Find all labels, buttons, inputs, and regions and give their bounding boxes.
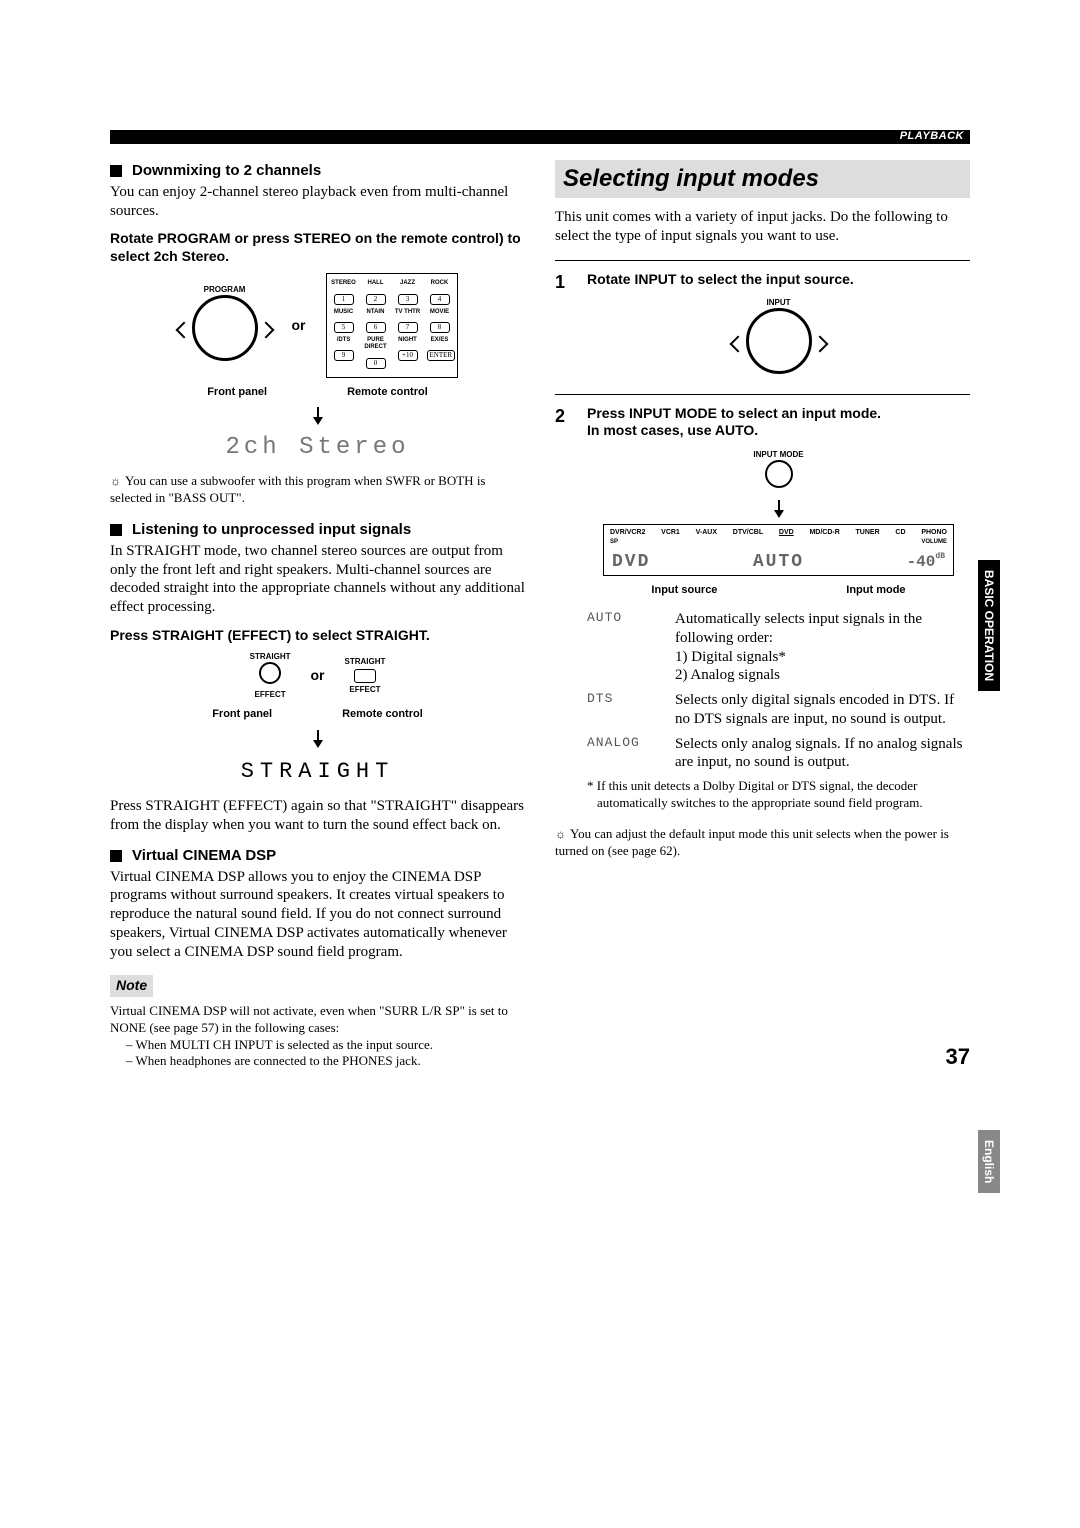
display-mode: AUTO	[753, 551, 804, 574]
step-2: 2 Press INPUT MODE to select an input mo…	[555, 405, 970, 812]
input-source-caption: Input source	[651, 584, 717, 598]
or-label-2: or	[311, 667, 325, 685]
page-number: 37	[946, 1044, 970, 1070]
remote-keypad: STEREO1 HALL2 JAZZ3 ROCK4 MUSIC5 NTAIN6 …	[326, 273, 458, 377]
arrow-down-icon	[317, 407, 319, 423]
note-item-2: – When headphones are connected to the P…	[110, 1053, 525, 1070]
page: PLAYBACK Downmixing to 2 channels You ca…	[0, 0, 1080, 1130]
downmix-instruction: Rotate PROGRAM or press STEREO on the re…	[110, 230, 525, 265]
program-diagram: PROGRAM or STEREO1 HALL2 JAZZ3 ROCK4 MUS…	[110, 273, 525, 463]
unprocessed-body: In STRAIGHT mode, two channel stereo sou…	[110, 542, 525, 617]
lcd-straight: STRAIGHT	[110, 758, 525, 786]
remote-control-label: Remote control	[347, 386, 428, 400]
left-column: Downmixing to 2 channels You can enjoy 2…	[110, 160, 525, 1070]
input-label: INPUT	[587, 298, 970, 308]
straight-label-top: STRAIGHT	[250, 652, 291, 662]
step-1-text: Rotate INPUT to select the input source.	[587, 271, 970, 289]
display-source: DVD	[612, 551, 650, 574]
tip-default-mode: You can adjust the default input mode th…	[555, 826, 970, 860]
right-column: Selecting input modes This unit comes wi…	[555, 160, 970, 1070]
note-item-1: – When MULTI CH INPUT is selected as the…	[110, 1037, 525, 1054]
mode-analog-key: ANALOG	[587, 735, 657, 773]
header-section-label: PLAYBACK	[894, 130, 970, 142]
mode-analog-desc: Selects only analog signals. If no analo…	[675, 735, 970, 773]
effect-label-bottom: EFFECT	[250, 690, 291, 700]
tab-language: English	[978, 1130, 1000, 1193]
front-panel-label-2: Front panel	[212, 708, 272, 722]
downmix-body: You can enjoy 2-channel stereo playback …	[110, 183, 525, 221]
mode-dts-key: DTS	[587, 691, 657, 729]
mode-table: AUTO Automatically selects input signals…	[587, 610, 970, 772]
straight-instruction: Press STRAIGHT (EFFECT) to select STRAIG…	[110, 627, 525, 645]
front-display: DVR/VCR2 VCR1 V-AUX DTV/CBL DVD MD/CD-R …	[603, 524, 954, 577]
heading-unprocessed: Listening to unprocessed input signals	[110, 521, 525, 540]
remote-control-label-2: Remote control	[342, 708, 423, 722]
straight-diagram: STRAIGHT EFFECT or STRAIGHT EFFECT Front…	[110, 652, 525, 785]
lcd-2ch-stereo: 2ch Stereo	[110, 433, 525, 463]
mode-auto-2: 2) Analog signals	[675, 667, 780, 683]
program-label: PROGRAM	[178, 285, 272, 295]
tab-basic-operation: BASIC OPERATION	[978, 560, 1000, 691]
straight-note: Press STRAIGHT (EFFECT) again so that "S…	[110, 797, 525, 835]
mode-dts-desc: Selects only digital signals encoded in …	[675, 691, 970, 729]
program-dial-icon	[178, 295, 272, 367]
front-panel-label: Front panel	[207, 386, 267, 400]
header-bar: PLAYBACK	[110, 130, 970, 144]
heading-downmix: Downmixing to 2 channels	[110, 162, 525, 181]
input-mode-label: INPUT MODE	[587, 450, 970, 460]
step-2-text-1: Press INPUT MODE to select an input mode…	[587, 405, 970, 423]
mode-auto-1: 1) Digital signals*	[675, 649, 786, 665]
intro-body: This unit comes with a variety of input …	[555, 208, 970, 246]
step-1-number: 1	[555, 271, 575, 380]
arrow-down-icon	[778, 500, 780, 516]
footnote: * If this unit detects a Dolby Digital o…	[587, 778, 970, 812]
input-dial-icon	[732, 308, 826, 380]
effect-remote-button: STRAIGHT EFFECT	[345, 657, 386, 695]
mode-auto-desc: Automatically selects input signals in t…	[675, 611, 922, 646]
tip-subwoofer: You can use a subwoofer with this progra…	[110, 473, 525, 507]
note-body: Virtual CINEMA DSP will not activate, ev…	[110, 1003, 525, 1037]
effect-dial-icon	[259, 662, 281, 684]
heading-virtual-cinema: Virtual CINEMA DSP	[110, 847, 525, 866]
note-label: Note	[110, 975, 153, 997]
mode-auto-key: AUTO	[587, 610, 657, 685]
step-1: 1 Rotate INPUT to select the input sourc…	[555, 271, 970, 380]
step-2-number: 2	[555, 405, 575, 812]
step-2-text-2: In most cases, use AUTO.	[587, 422, 970, 440]
or-label: or	[292, 317, 306, 335]
virtual-cinema-body: Virtual CINEMA DSP allows you to enjoy t…	[110, 868, 525, 962]
section-title: Selecting input modes	[555, 160, 970, 198]
arrow-down-icon	[317, 730, 319, 746]
input-mode-caption: Input mode	[846, 584, 905, 598]
input-mode-button-icon	[765, 460, 793, 488]
